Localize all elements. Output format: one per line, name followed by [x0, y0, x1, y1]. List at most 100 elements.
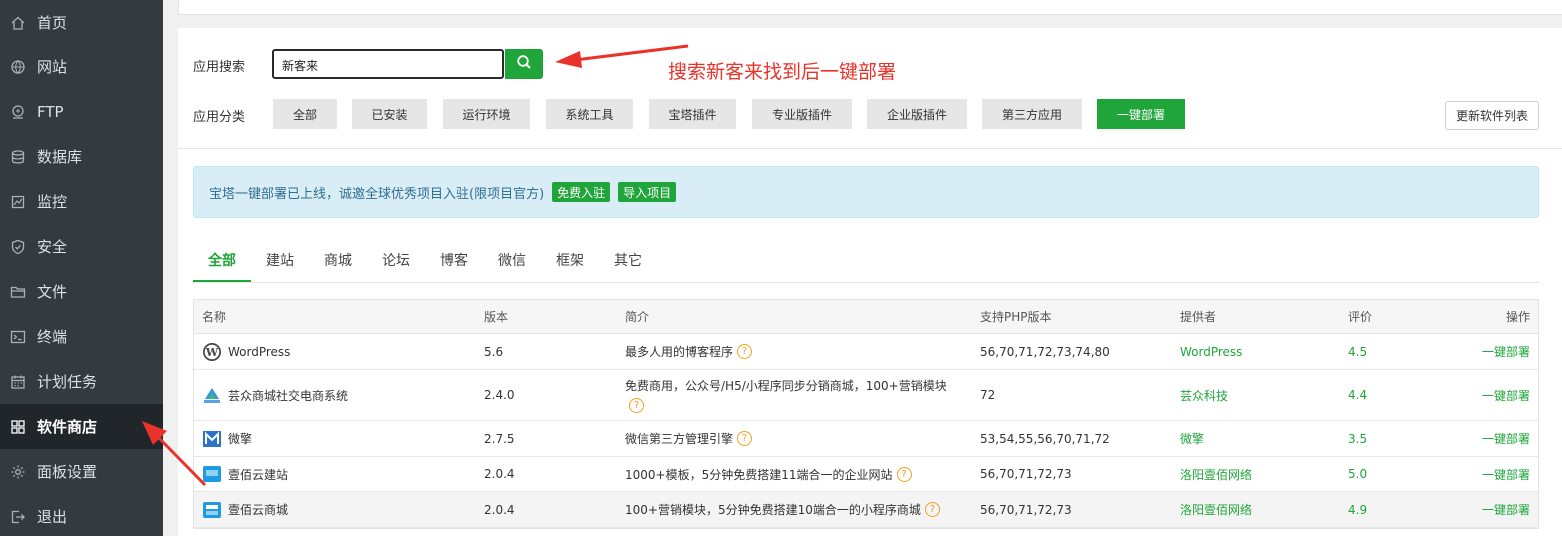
tab-forum[interactable]: 论坛 [382, 250, 410, 270]
apps-icon [10, 419, 26, 435]
app-provider[interactable]: 芸众科技 [1180, 370, 1228, 420]
category-system-tools[interactable]: 系统工具 [546, 99, 633, 129]
app-rating: 5.0 [1348, 467, 1368, 481]
app-table: 名称 版本 简介 支持PHP版本 提供者 评价 操作 W WordPress 5… [193, 299, 1539, 529]
col-version: 版本 [484, 310, 509, 324]
weiqing-icon [202, 429, 222, 449]
category-third-party[interactable]: 第三方应用 [982, 99, 1082, 129]
category-enterprise-plugins[interactable]: 企业版插件 [867, 99, 967, 129]
sidebar-item-monitor[interactable]: 监控 [0, 179, 163, 224]
sidebar-item-label: 首页 [37, 14, 68, 32]
col-php: 支持PHP版本 [980, 310, 1052, 324]
help-icon[interactable]: ? [896, 466, 912, 482]
app-provider[interactable]: WordPress [1180, 334, 1242, 369]
app-desc: 免费商用，公众号/H5/小程序同步分销商城，100+营销模块 [625, 378, 947, 393]
shield-icon [10, 239, 26, 255]
help-icon[interactable]: ? [737, 431, 753, 446]
search-label: 应用搜索 [193, 60, 246, 75]
main-area: 应用搜索 新客来 应用分类 全部 已安装 运行环境 系统工具 宝塔插件 专业版插… [163, 0, 1562, 536]
tab-all[interactable]: 全部 [208, 250, 236, 270]
notice-text: 宝塔一键部署已上线，诚邀全球优秀项目入驻(限项目官方) [209, 186, 545, 202]
table-header: 名称 版本 简介 支持PHP版本 提供者 评价 操作 [194, 300, 1538, 334]
sidebar-item-label: FTP [37, 102, 64, 121]
sidebar-item-label: 安全 [37, 238, 68, 256]
sidebar-item-security[interactable]: 安全 [0, 224, 163, 269]
app-provider[interactable]: 微擎 [1180, 421, 1204, 456]
app-rating: 4.4 [1348, 388, 1368, 402]
import-project-button[interactable]: 导入项目 [618, 182, 677, 202]
app-php: 56,70,71,72,73,74,80 [980, 344, 1110, 359]
sidebar-item-label: 终端 [37, 328, 68, 346]
col-rating: 评价 [1348, 310, 1373, 324]
tab-wechat[interactable]: 微信 [498, 250, 526, 270]
svg-text:W: W [205, 346, 219, 359]
sidebar-item-panel-settings[interactable]: 面板设置 [0, 449, 163, 494]
one-click-deploy-link[interactable]: 一键部署 [1482, 421, 1530, 456]
table-row[interactable]: 壹佰云商城 2.0.4 100+营销模块，5分钟免费搭建10端合一的小程序商城 … [194, 492, 1538, 528]
tab-blog[interactable]: 博客 [440, 250, 468, 270]
monitor-icon [10, 194, 26, 210]
sidebar-item-files[interactable]: 文件 [0, 269, 163, 314]
app-root: 首页 网站 FTP 数据库 监控 安全 文件 终端 计划任务 软件商店 面板设置… [0, 0, 1562, 536]
app-rating: 3.5 [1348, 431, 1368, 446]
tab-framework[interactable]: 框架 [556, 250, 584, 270]
sidebar-item-terminal[interactable]: 终端 [0, 314, 163, 359]
globe-icon [10, 59, 26, 75]
sidebar-item-ftp[interactable]: FTP [0, 89, 163, 134]
sidebar-item-home[interactable]: 首页 [0, 0, 163, 45]
app-php: 72 [980, 388, 996, 402]
app-provider[interactable]: 洛阳壹佰网络 [1180, 457, 1252, 491]
category-all[interactable]: 全部 [273, 99, 337, 129]
search-button[interactable] [505, 49, 543, 79]
help-icon[interactable]: ? [737, 344, 753, 359]
terminal-icon [10, 329, 26, 345]
sidebar-item-label: 面板设置 [37, 463, 98, 481]
divider [178, 148, 1562, 149]
tab-site[interactable]: 建站 [266, 250, 294, 270]
gear-icon [10, 464, 26, 480]
app-php: 53,54,55,56,70,71,72 [980, 431, 1110, 446]
app-php: 56,70,71,72,73 [980, 502, 1072, 517]
category-bt-plugins[interactable]: 宝塔插件 [649, 99, 736, 129]
sidebar-item-logout[interactable]: 退出 [0, 494, 163, 536]
refresh-software-list-button[interactable]: 更新软件列表 [1445, 101, 1539, 130]
app-php: 56,70,71,72,73 [980, 467, 1072, 481]
yibai-mall-icon [202, 500, 222, 520]
app-version: 2.4.0 [484, 388, 515, 402]
table-row[interactable]: 微擎 2.7.5 微信第三方管理引擎 ? 53,54,55,56,70,71,7… [194, 421, 1538, 457]
one-click-deploy-link[interactable]: 一键部署 [1482, 334, 1530, 369]
table-row[interactable]: 芸众商城社交电商系统 2.4.0 免费商用，公众号/H5/小程序同步分销商城，1… [194, 370, 1538, 421]
tab-mall[interactable]: 商城 [324, 250, 352, 270]
search-icon [516, 54, 532, 74]
app-provider[interactable]: 洛阳壹佰网络 [1180, 492, 1252, 527]
app-name: 芸众商城社交电商系统 [228, 388, 349, 403]
tab-other[interactable]: 其它 [614, 250, 642, 270]
sidebar-item-website[interactable]: 网站 [0, 44, 163, 89]
sidebar-item-cron[interactable]: 计划任务 [0, 359, 163, 404]
category-installed[interactable]: 已安装 [352, 99, 427, 129]
app-desc: 100+营销模块，5分钟免费搭建10端合一的小程序商城 [625, 503, 921, 517]
sidebar-item-label: 退出 [37, 508, 68, 526]
category-one-click-deploy[interactable]: 一键部署 [1097, 99, 1185, 129]
table-row[interactable]: W WordPress 5.6 最多人用的博客程序 ? 56,70,71,72,… [194, 334, 1538, 370]
help-icon[interactable]: ? [924, 502, 940, 517]
sidebar-item-app-store[interactable]: 软件商店 [0, 404, 163, 449]
app-name: 微擎 [228, 432, 253, 446]
sidebar-item-label: 网站 [37, 58, 68, 76]
app-version: 2.0.4 [484, 467, 515, 481]
table-row[interactable]: 壹佰云建站 2.0.4 1000+模板，5分钟免费搭建11端合一的企业网站 ? … [194, 457, 1538, 492]
col-desc: 简介 [625, 310, 650, 324]
sidebar-item-database[interactable]: 数据库 [0, 134, 163, 179]
one-click-deploy-link[interactable]: 一键部署 [1482, 457, 1530, 491]
deploy-notice: 宝塔一键部署已上线，诚邀全球优秀项目入驻(限项目官方) 免费入驻 导入项目 [193, 166, 1539, 218]
free-join-button[interactable]: 免费入驻 [552, 182, 611, 202]
app-desc: 微信第三方管理引擎 [625, 432, 734, 446]
category-pro-plugins[interactable]: 专业版插件 [752, 99, 852, 129]
one-click-deploy-link[interactable]: 一键部署 [1482, 492, 1530, 527]
one-click-deploy-link[interactable]: 一键部署 [1482, 370, 1530, 420]
help-icon[interactable]: ? [629, 398, 644, 414]
category-runtime[interactable]: 运行环境 [443, 99, 530, 129]
search-input[interactable]: 新客来 [272, 49, 504, 79]
col-name: 名称 [202, 310, 227, 324]
app-version: 2.0.4 [484, 502, 515, 517]
